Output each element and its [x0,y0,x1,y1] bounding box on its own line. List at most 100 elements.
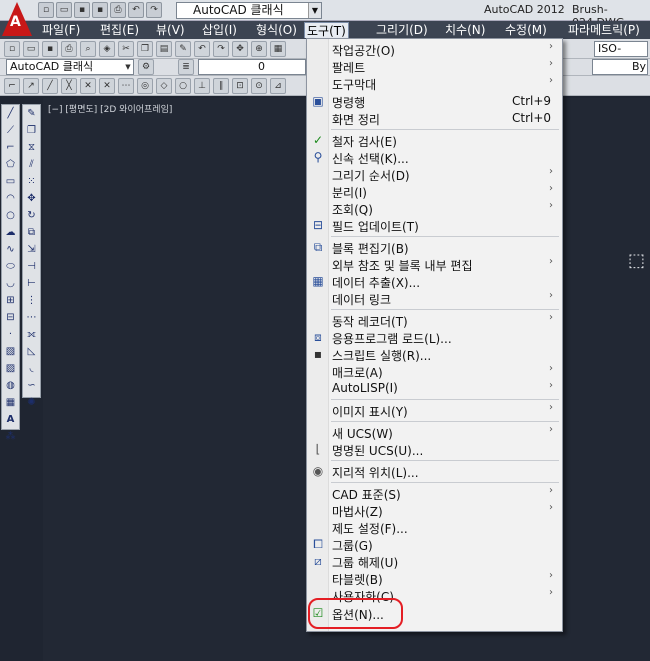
undo-icon[interactable]: ↶ [194,40,210,57]
menu-item-isolate[interactable]: 분리(I) › [307,183,562,200]
menu-item-update-fields[interactable]: ⊟ 필드 업데이트(T) [307,217,562,234]
menu-file[interactable]: 파일(F) [40,22,82,38]
menu-item-quick-select[interactable]: ⚲ 신속 선택(K)... [307,149,562,166]
workspace-combo[interactable]: AutoCAD 클래식 ▼ [176,2,322,19]
menu-item-action-recorder[interactable]: 동작 레코더(T) › [307,312,562,329]
erase-icon[interactable]: ✎ [23,106,40,122]
menu-item-clean-screen[interactable]: 화면 정리 Ctrl+0 [307,110,562,127]
snap-midpoint-icon[interactable]: ╳ [61,77,77,94]
move-icon[interactable]: ✥ [23,191,40,207]
menu-item-tablet[interactable]: 타블렛(B) › [307,570,562,587]
add-selected-icon[interactable]: ⁂ [2,429,19,445]
menu-dimension[interactable]: 치수(N) [443,22,487,38]
menu-modify[interactable]: 수정(M) [503,22,549,38]
menu-view[interactable]: 뷰(V) [154,22,187,38]
polyline-icon[interactable]: ⌐ [2,140,19,156]
blend-curves-icon[interactable]: ∽ [23,378,40,394]
publish-icon[interactable]: ◈ [99,40,115,57]
snap-node-icon[interactable]: ⊙ [251,77,267,94]
menu-item-geographic-location[interactable]: ◉ 지리적 위치(L)... [307,463,562,480]
preview-icon[interactable]: ⌕ [80,40,96,57]
menu-item-block-editor[interactable]: ⧉ 블록 편집기(B) [307,239,562,256]
menu-item-named-ucs[interactable]: ⌊ 명명된 UCS(U)... [307,441,562,458]
viewport-label[interactable]: [−] [평면도] [2D 와이어프레임] [48,102,172,115]
snap-perpendicular-icon[interactable]: ⊥ [194,77,210,94]
print-icon[interactable]: ⎙ [110,2,126,18]
menu-item-ungroup[interactable]: ⧄ 그룹 해제(U) [307,553,562,570]
join-icon[interactable]: ⟗ [23,327,40,343]
extend-icon[interactable]: ⊢ [23,276,40,292]
fillet-icon[interactable]: ◟ [23,361,40,377]
snap-quadrant-icon[interactable]: ◇ [156,77,172,94]
cut-icon[interactable]: ✂ [118,40,134,57]
menu-tools[interactable]: 도구(T) [304,22,349,38]
scale-icon[interactable]: ⧉ [23,225,40,241]
linetype-combo[interactable]: By [592,59,648,75]
menu-item-run-script[interactable]: ▪ 스크립트 실행(R)... [307,346,562,363]
menu-item-new-ucs[interactable]: 새 UCS(W) › [307,424,562,441]
copy-object-icon[interactable]: ❐ [23,123,40,139]
menu-item-xref-in-place-edit[interactable]: 외부 참조 및 블록 내부 편집 › [307,256,562,273]
break-icon[interactable]: ⋯ [23,310,40,326]
array-icon[interactable]: ⁙ [23,174,40,190]
trim-icon[interactable]: ⊣ [23,259,40,275]
menu-item-cad-standards[interactable]: CAD 표준(S) › [307,485,562,502]
snap-endpoint-icon[interactable]: ╱ [42,77,58,94]
snap-nearest-icon[interactable]: ⊿ [270,77,286,94]
menu-item-wizards[interactable]: 마법사(Z) › [307,502,562,519]
snap-from-icon[interactable]: ↗ [23,77,39,94]
save-icon[interactable]: ▪ [42,40,58,57]
ellipse-icon[interactable]: ⬭ [2,259,19,275]
snap-apparent-icon[interactable]: ✕ [99,77,115,94]
menu-item-customize[interactable]: 사용자화(C) › [307,587,562,604]
menu-format[interactable]: 형식(O) [254,22,299,38]
open-icon[interactable]: ▭ [23,40,39,57]
hatch-icon[interactable]: ▧ [2,344,19,360]
chevron-down-icon[interactable]: ▼ [308,3,321,18]
ellipse-arc-icon[interactable]: ◡ [2,276,19,292]
chevron-down-icon[interactable]: ▼ [123,60,133,74]
new-icon[interactable]: ▫ [4,40,20,57]
spline-icon[interactable]: ∿ [2,242,19,258]
layer-combo[interactable]: 0 [198,59,306,75]
menu-item-data-extraction[interactable]: ▦ 데이터 추출(X)... [307,273,562,290]
properties-icon[interactable]: ▦ [270,40,286,57]
paste-icon[interactable]: ▤ [156,40,172,57]
menu-item-options[interactable]: ☑ 옵션(N)... [307,605,562,622]
menu-item-load-application[interactable]: ⧈ 응용프로그램 로드(L)... [307,329,562,346]
construction-line-icon[interactable]: ⟋ [2,123,19,139]
copy-icon[interactable]: ❐ [137,40,153,57]
point-icon[interactable]: · [2,327,19,343]
menu-item-autolisp[interactable]: AutoLISP(I) › [307,380,562,397]
new-icon[interactable]: ▫ [38,2,54,18]
snap-intersection-icon[interactable]: ✕ [80,77,96,94]
arc-icon[interactable]: ◠ [2,191,19,207]
save-as-icon[interactable]: ▪ [92,2,108,18]
viewcube-icon[interactable]: ⬚ [628,250,648,271]
workspace-toolbar-combo[interactable]: AutoCAD 클래식 ▼ [6,59,134,75]
explode-icon[interactable]: ✺ [23,395,40,411]
menu-item-workspaces[interactable]: 작업공간(O) › [307,41,562,58]
menu-item-drafting-settings[interactable]: 제도 설정(F)... [307,519,562,536]
chamfer-icon[interactable]: ◺ [23,344,40,360]
revision-cloud-icon[interactable]: ☁ [2,225,19,241]
snap-insert-icon[interactable]: ⊡ [232,77,248,94]
menu-item-draw-order[interactable]: 그리기 순서(D) › [307,166,562,183]
menu-parametric[interactable]: 파라메트릭(P) [566,22,642,38]
region-icon[interactable]: ◍ [2,378,19,394]
snap-parallel-icon[interactable]: ∥ [213,77,229,94]
text-style-combo[interactable]: ISO- [594,41,648,57]
undo-icon[interactable]: ↶ [128,2,144,18]
gradient-icon[interactable]: ▨ [2,361,19,377]
line-icon[interactable]: ╱ [2,106,19,122]
temporary-track-icon[interactable]: ⌐ [4,77,20,94]
menu-item-inquiry[interactable]: 조회(Q) › [307,200,562,217]
insert-block-icon[interactable]: ⊞ [2,293,19,309]
menu-item-data-links[interactable]: 데이터 링크 › [307,290,562,307]
save-icon[interactable]: ▪ [74,2,90,18]
menu-item-toolbars[interactable]: 도구막대 › [307,75,562,92]
table-icon[interactable]: ▦ [2,395,19,411]
multiline-text-icon[interactable]: A [2,412,19,428]
mirror-icon[interactable]: ⧖ [23,140,40,156]
gear-icon[interactable]: ⚙ [138,59,154,75]
